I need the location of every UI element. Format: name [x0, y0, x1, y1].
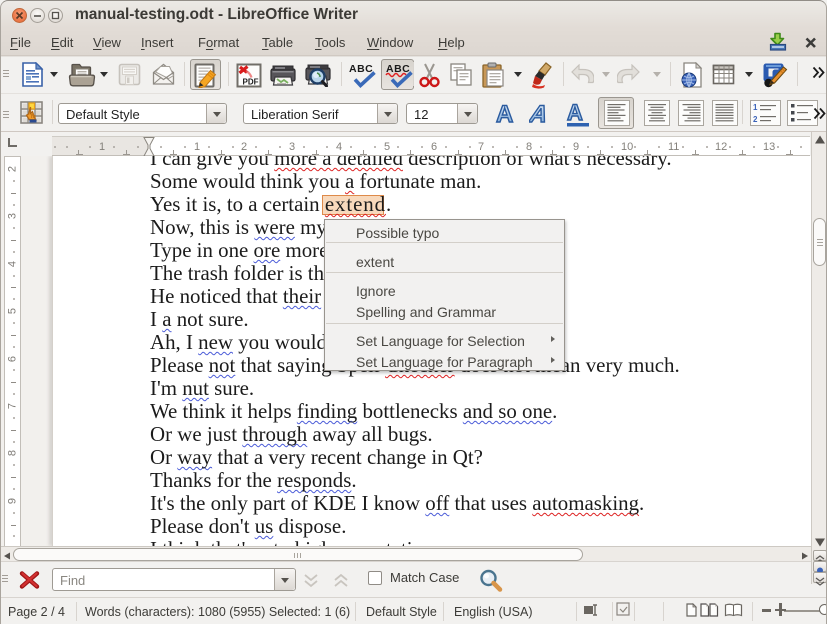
svg-text:1: 1 — [753, 103, 758, 112]
svg-text:PDF: PDF — [243, 78, 259, 87]
svg-text:A: A — [529, 101, 549, 125]
svg-text:2: 2 — [753, 115, 758, 124]
svg-text:A: A — [567, 100, 583, 125]
svg-text:ABC: ABC — [386, 63, 410, 75]
svg-text:A: A — [496, 101, 513, 125]
svg-text:ABC: ABC — [349, 63, 373, 75]
